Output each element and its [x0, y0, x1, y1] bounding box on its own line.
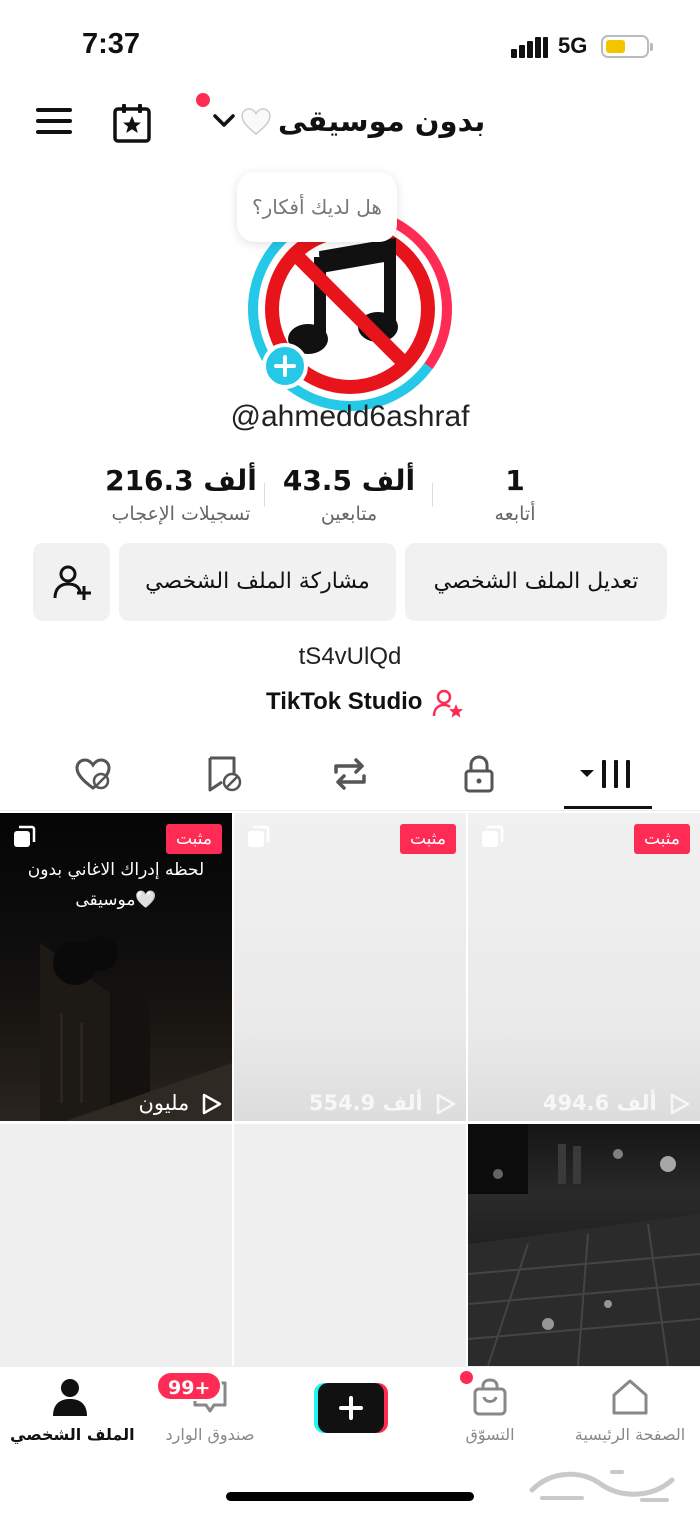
following-count: 1: [505, 464, 525, 497]
play-icon: [202, 1093, 222, 1115]
video-thumbnail[interactable]: [234, 1124, 466, 1366]
profile-title[interactable]: بدون موسيقى: [278, 104, 485, 138]
multi-photo-icon: [482, 825, 504, 847]
add-friend-button[interactable]: [33, 543, 110, 621]
tab-favorites-hidden[interactable]: [202, 752, 246, 796]
tab-videos[interactable]: [578, 752, 638, 796]
video-thumbnail[interactable]: مثبت 554.9 ألف: [234, 813, 466, 1121]
home-icon: [612, 1379, 648, 1415]
menu-button[interactable]: [36, 108, 72, 138]
inbox-badge: 99+: [156, 1371, 223, 1401]
video-thumbnail[interactable]: [0, 1124, 232, 1366]
following-stat[interactable]: 1 أتابعه: [442, 464, 588, 525]
stat-divider: [432, 483, 433, 507]
plus-icon: [274, 355, 296, 377]
network-type: 5G: [558, 33, 588, 58]
nav-shop[interactable]: التسوّق: [430, 1377, 550, 1444]
edit-profile-button[interactable]: تعديل الملف الشخصي: [405, 543, 667, 621]
nav-shop-label: التسوّق: [465, 1425, 515, 1444]
likes-label: تسجيلات الإعجاب: [111, 503, 251, 525]
tab-reposts[interactable]: [328, 752, 372, 796]
tab-divider: [0, 810, 700, 811]
calendar-star-icon[interactable]: [112, 103, 152, 143]
add-user-icon: [53, 565, 91, 600]
video-thumbnail[interactable]: [468, 1124, 700, 1366]
username: @ahmedd6ashraf: [230, 400, 470, 433]
likes-count: 216.3 ألف: [105, 464, 257, 497]
video-thumbnail[interactable]: مثبت 494.6 ألف: [468, 813, 700, 1121]
status-time: 7:37: [82, 28, 141, 60]
pinned-badge: مثبت: [399, 824, 456, 854]
ideas-bubble[interactable]: هل لديك أفكار؟: [237, 172, 397, 242]
following-label: أتابعه: [494, 503, 536, 525]
add-story-button[interactable]: [262, 343, 308, 389]
heart-icon: [241, 108, 271, 135]
nav-inbox-label: صندوق الوارد: [165, 1425, 255, 1444]
share-profile-button[interactable]: مشاركة الملف الشخصي: [119, 543, 396, 621]
multi-photo-icon: [248, 825, 270, 847]
view-count: 554.9 ألف: [309, 1091, 456, 1115]
followers-count: 43.5 ألف: [282, 464, 416, 497]
view-count: مليون: [139, 1091, 223, 1115]
user-star-icon[interactable]: [432, 688, 464, 720]
pinned-badge: مثبت: [633, 824, 690, 854]
create-button[interactable]: [314, 1383, 388, 1433]
status-bar: 7:37 5G: [0, 0, 700, 90]
shop-notification-dot: [460, 1371, 473, 1384]
followers-stat[interactable]: 43.5 ألف متابعين: [274, 464, 424, 525]
likes-stat[interactable]: 216.3 ألف تسجيلات الإعجاب: [96, 464, 266, 525]
bio-text: tS4vUlQd: [298, 643, 402, 670]
nav-home-label: الصفحة الرئيسية: [574, 1425, 686, 1444]
tiktok-studio-link[interactable]: TikTok Studio: [266, 688, 422, 716]
active-tab-indicator: [564, 806, 652, 809]
street-scene: [468, 1124, 700, 1366]
view-count-value: 554.9 ألف: [308, 1091, 423, 1115]
battery-icon: [601, 35, 653, 58]
home-indicator: [226, 1492, 474, 1501]
video-thumbnail[interactable]: مثبت لحظه إدراك الاغاني بدون موسيقى🤍 ملي…: [0, 813, 232, 1121]
watermark-logo: [529, 1470, 675, 1502]
nav-profile[interactable]: الملف الشخصي: [10, 1377, 135, 1444]
view-count: 494.6 ألف: [543, 1091, 690, 1115]
chevron-down-icon[interactable]: [212, 112, 236, 130]
shop-bag-icon: [473, 1378, 507, 1416]
video-caption: لحظه إدراك الاغاني بدون موسيقى🤍: [27, 860, 205, 910]
nav-profile-label: الملف الشخصي: [10, 1425, 135, 1444]
play-icon: [670, 1093, 690, 1115]
notification-dot: [196, 93, 210, 107]
signal-icon: [511, 37, 548, 58]
pinned-badge: مثبت: [165, 824, 222, 854]
view-count-value: مليون: [138, 1091, 190, 1115]
profile-icon: [53, 1379, 87, 1416]
nav-home[interactable]: الصفحة الرئيسية: [570, 1377, 690, 1444]
tab-private[interactable]: [457, 752, 501, 796]
followers-label: متابعين: [320, 503, 378, 525]
tab-liked-hidden[interactable]: [71, 752, 115, 796]
view-count-value: 494.6 ألف: [542, 1091, 657, 1115]
play-icon: [436, 1093, 456, 1115]
multi-photo-icon: [14, 825, 36, 847]
